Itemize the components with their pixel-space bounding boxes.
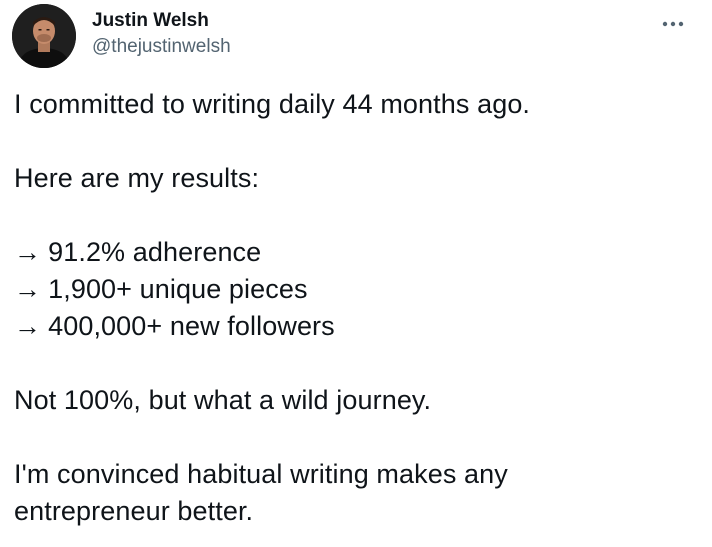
result-item: → 400,000+ new followers bbox=[14, 308, 688, 345]
tweet-line: entrepreneur better. bbox=[14, 496, 254, 526]
tweet-line: I committed to writing daily 44 months a… bbox=[14, 89, 531, 119]
arrow-right-icon: → bbox=[14, 237, 42, 267]
tweet-card: Justin Welsh @thejustinwelsh I committed… bbox=[0, 0, 712, 547]
avatar-photo-icon bbox=[12, 4, 76, 68]
more-options-button[interactable] bbox=[656, 14, 690, 34]
avatar[interactable] bbox=[12, 4, 76, 68]
author-identity: Justin Welsh @thejustinwelsh bbox=[92, 10, 231, 59]
arrow-right-icon: → bbox=[14, 274, 42, 304]
tweet-line: Here are my results: bbox=[14, 163, 260, 193]
result-text: 91.2% adherence bbox=[48, 237, 262, 267]
tweet-text: I committed to writing daily 44 months a… bbox=[14, 86, 688, 530]
author-handle[interactable]: @thejustinwelsh bbox=[92, 35, 231, 59]
tweet-header: Justin Welsh @thejustinwelsh bbox=[12, 4, 700, 68]
result-item: → 1,900+ unique pieces bbox=[14, 271, 688, 308]
arrow-right-icon: → bbox=[14, 311, 42, 341]
tweet-line: I'm convinced habitual writing makes any bbox=[14, 459, 508, 489]
tweet-line: Not 100%, but what a wild journey. bbox=[14, 385, 432, 415]
more-horizontal-icon bbox=[662, 21, 684, 27]
author-display-name[interactable]: Justin Welsh bbox=[92, 10, 231, 32]
result-text: 400,000+ new followers bbox=[48, 311, 335, 341]
result-text: 1,900+ unique pieces bbox=[48, 274, 308, 304]
result-item: → 91.2% adherence bbox=[14, 234, 688, 271]
